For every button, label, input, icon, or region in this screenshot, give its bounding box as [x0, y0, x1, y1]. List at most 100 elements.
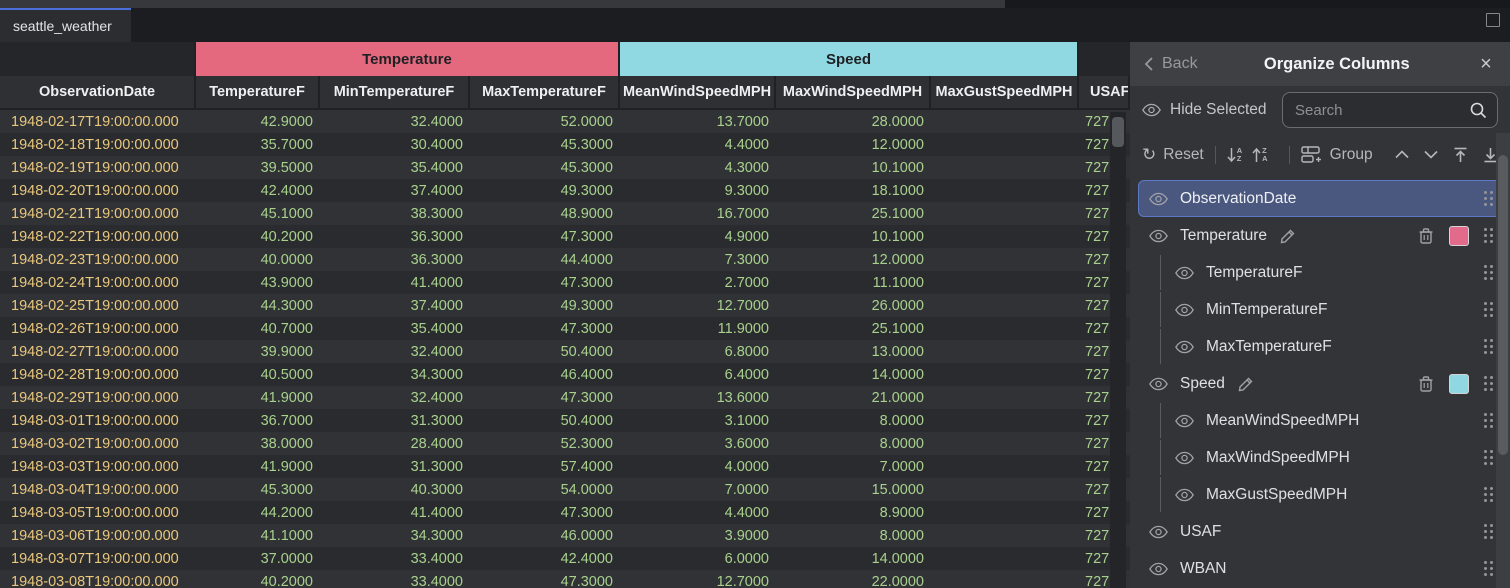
table-rows: 1948-02-17T19:00:00.00042.900032.400052.…	[0, 110, 1130, 588]
column-list-item-MaxWindSpeedMPH[interactable]: MaxWindSpeedMPH	[1138, 439, 1502, 476]
column-list-item-MinTemperatureF[interactable]: MinTemperatureF	[1138, 291, 1502, 328]
group-label: Group	[1330, 146, 1373, 164]
cell-MaxTemperatureF: 47.3000	[470, 317, 620, 340]
sort-ascending-button[interactable]: AZ	[1227, 147, 1242, 163]
drag-handle-icon[interactable]	[1484, 450, 1494, 466]
table-row[interactable]: 1948-02-17T19:00:00.00042.900032.400052.…	[0, 110, 1130, 133]
cell-TemperatureF: 37.0000	[196, 547, 320, 570]
drag-handle-icon[interactable]	[1484, 413, 1494, 429]
hide-selected-button[interactable]: Hide Selected	[1142, 101, 1267, 119]
cell-MaxWindSpeedMPH: 25.1000	[776, 202, 931, 225]
table-row[interactable]: 1948-02-23T19:00:00.00040.000036.300044.…	[0, 248, 1130, 271]
sort-descending-button[interactable]: ZA	[1252, 147, 1267, 163]
cell-MaxGustSpeedMPH	[931, 363, 1079, 386]
table-row[interactable]: 1948-02-19T19:00:00.00039.500035.400045.…	[0, 156, 1130, 179]
drag-handle-icon[interactable]	[1484, 376, 1494, 392]
back-button[interactable]: Back	[1144, 55, 1198, 73]
cell-MaxTemperatureF: 49.3000	[470, 179, 620, 202]
column-list-item-MaxTemperatureF[interactable]: MaxTemperatureF	[1138, 328, 1502, 365]
table-row[interactable]: 1948-03-04T19:00:00.00045.300040.300054.…	[0, 478, 1130, 501]
column-header-MaxWindSpeedMPH[interactable]: MaxWindSpeedMPH	[776, 76, 931, 110]
maximize-icon[interactable]	[1486, 13, 1500, 27]
eye-icon[interactable]	[1175, 451, 1194, 465]
group-color-swatch[interactable]	[1449, 374, 1469, 394]
column-list-item-Speed[interactable]: Speed	[1138, 365, 1502, 402]
eye-icon[interactable]	[1175, 340, 1194, 354]
trash-icon[interactable]	[1418, 375, 1434, 393]
move-to-top-icon[interactable]	[1453, 147, 1468, 163]
eye-icon[interactable]	[1149, 229, 1168, 243]
eye-icon[interactable]	[1149, 377, 1168, 391]
panel-vertical-scrollbar[interactable]	[1496, 133, 1510, 588]
drag-handle-icon[interactable]	[1484, 561, 1494, 577]
pencil-icon[interactable]	[1237, 375, 1255, 393]
column-header-MinTemperatureF[interactable]: MinTemperatureF	[320, 76, 470, 110]
table-row[interactable]: 1948-02-24T19:00:00.00043.900041.400047.…	[0, 271, 1130, 294]
column-header-ObservationDate[interactable]: ObservationDate	[0, 76, 196, 110]
trash-icon[interactable]	[1418, 227, 1434, 245]
column-list-item-TemperatureF[interactable]: TemperatureF	[1138, 254, 1502, 291]
column-list-item-ObservationDate[interactable]: ObservationDate	[1138, 180, 1502, 217]
eye-icon[interactable]	[1175, 414, 1194, 428]
group-header-speed[interactable]: Speed	[620, 42, 1079, 76]
drag-handle-icon[interactable]	[1484, 265, 1494, 281]
table-row[interactable]: 1948-03-08T19:00:00.00040.200033.400047.…	[0, 570, 1130, 588]
table-row[interactable]: 1948-02-25T19:00:00.00044.300037.400049.…	[0, 294, 1130, 317]
table-row[interactable]: 1948-02-21T19:00:00.00045.100038.300048.…	[0, 202, 1130, 225]
drag-handle-icon[interactable]	[1484, 339, 1494, 355]
table-row[interactable]: 1948-03-02T19:00:00.00038.000028.400052.…	[0, 432, 1130, 455]
drag-handle-icon[interactable]	[1484, 228, 1494, 244]
drag-handle-icon[interactable]	[1484, 524, 1494, 540]
column-list-item-Temperature[interactable]: Temperature	[1138, 217, 1502, 254]
table-row[interactable]: 1948-02-26T19:00:00.00040.700035.400047.…	[0, 317, 1130, 340]
drag-handle-icon[interactable]	[1484, 487, 1494, 503]
table-row[interactable]: 1948-02-29T19:00:00.00041.900032.400047.…	[0, 386, 1130, 409]
eye-icon[interactable]	[1149, 525, 1168, 539]
group-color-swatch[interactable]	[1449, 226, 1469, 246]
column-list-item-WBAN[interactable]: WBAN	[1138, 550, 1502, 587]
chevron-up-icon[interactable]	[1395, 150, 1409, 159]
table-row[interactable]: 1948-03-03T19:00:00.00041.900031.300057.…	[0, 455, 1130, 478]
drag-handle-icon[interactable]	[1484, 191, 1494, 207]
table-row[interactable]: 1948-03-01T19:00:00.00036.700031.300050.…	[0, 409, 1130, 432]
column-list-item-USAF[interactable]: USAF	[1138, 513, 1502, 550]
table-row[interactable]: 1948-02-20T19:00:00.00042.400037.400049.…	[0, 179, 1130, 202]
eye-icon[interactable]	[1175, 266, 1194, 280]
search-input[interactable]: Search	[1282, 92, 1498, 128]
column-item-label: MaxWindSpeedMPH	[1206, 449, 1350, 467]
table-row[interactable]: 1948-02-28T19:00:00.00040.500034.300046.…	[0, 363, 1130, 386]
column-header-MaxTemperatureF[interactable]: MaxTemperatureF	[470, 76, 620, 110]
column-header-MaxGustSpeedMPH[interactable]: MaxGustSpeedMPH	[931, 76, 1079, 110]
column-list-item-MeanWindSpeedMPH[interactable]: MeanWindSpeedMPH	[1138, 402, 1502, 439]
column-header-TemperatureF[interactable]: TemperatureF	[196, 76, 320, 110]
eye-icon[interactable]	[1175, 303, 1194, 317]
chevron-down-icon[interactable]	[1424, 150, 1438, 159]
table-row[interactable]: 1948-02-18T19:00:00.00035.700030.400045.…	[0, 133, 1130, 156]
cell-MeanWindSpeedMPH: 4.4000	[620, 501, 776, 524]
close-icon[interactable]: ×	[1476, 54, 1496, 74]
reset-button[interactable]: ↻ Reset	[1142, 146, 1204, 164]
eye-icon[interactable]	[1149, 562, 1168, 576]
panel-header: Back Organize Columns ×	[1130, 42, 1510, 86]
panel-scrollbar-thumb[interactable]	[1498, 155, 1508, 455]
tab-seattle-weather[interactable]: seattle_weather	[0, 8, 131, 42]
table-row[interactable]: 1948-03-07T19:00:00.00037.000033.400042.…	[0, 547, 1130, 570]
eye-icon[interactable]	[1175, 488, 1194, 502]
column-list-item-MaxGustSpeedMPH[interactable]: MaxGustSpeedMPH	[1138, 476, 1502, 513]
table-row[interactable]: 1948-02-27T19:00:00.00039.900032.400050.…	[0, 340, 1130, 363]
table-row[interactable]: 1948-03-06T19:00:00.00041.100034.300046.…	[0, 524, 1130, 547]
drag-handle-icon[interactable]	[1484, 302, 1494, 318]
group-button[interactable]: Group	[1301, 146, 1373, 164]
cell-MaxGustSpeedMPH	[931, 501, 1079, 524]
table-row[interactable]: 1948-02-22T19:00:00.00040.200036.300047.…	[0, 225, 1130, 248]
column-header-MeanWindSpeedMPH[interactable]: MeanWindSpeedMPH	[620, 76, 776, 110]
table-scrollbar-thumb[interactable]	[1112, 117, 1124, 147]
eye-icon[interactable]	[1149, 192, 1168, 206]
table-row[interactable]: 1948-03-05T19:00:00.00044.200041.400047.…	[0, 501, 1130, 524]
column-header-USAF[interactable]: USAF	[1079, 76, 1130, 110]
group-header-temperature[interactable]: Temperature	[196, 42, 620, 76]
cell-MeanWindSpeedMPH: 4.4000	[620, 133, 776, 156]
table-vertical-scrollbar[interactable]	[1110, 112, 1126, 588]
pencil-icon[interactable]	[1279, 227, 1297, 245]
cell-ObservationDate: 1948-03-07T19:00:00.000	[0, 547, 196, 570]
